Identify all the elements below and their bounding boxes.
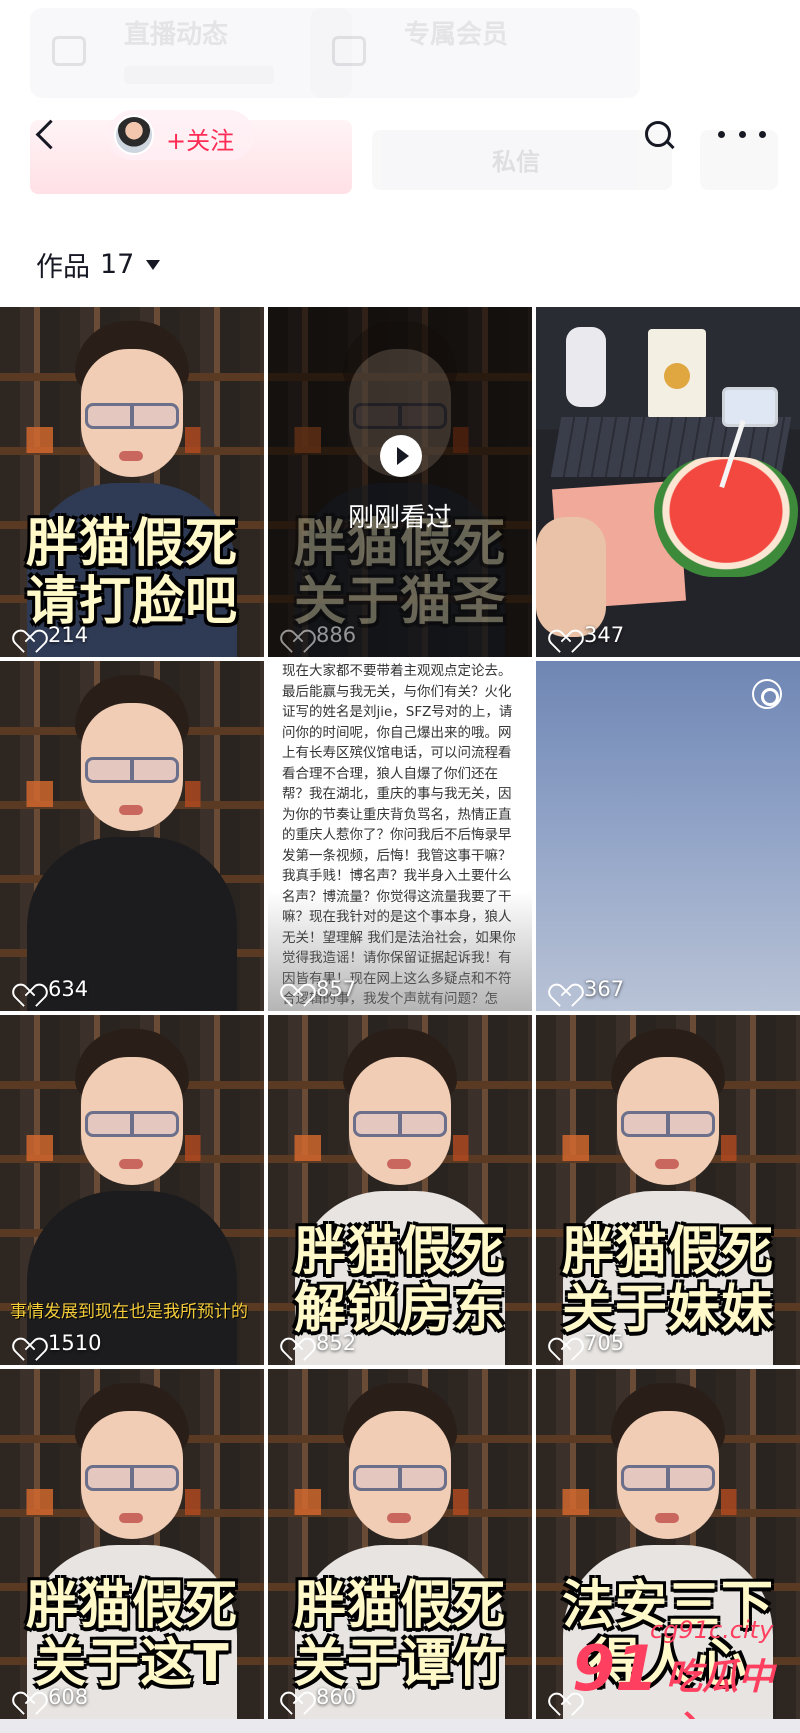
heart-icon [16, 978, 40, 1000]
heart-icon [284, 978, 308, 1000]
video-caption: 胖猫假死 [293, 1222, 506, 1282]
video-tile-watched[interactable]: 胖猫假死 关于猫圣 刚刚看过 886 [268, 307, 532, 657]
like-count: 857 [284, 977, 356, 1001]
video-caption: 胖猫假死 [25, 1576, 238, 1636]
search-icon[interactable] [642, 118, 678, 154]
like-count: 608 [16, 1685, 88, 1709]
video-tile[interactable]: 胖猫假死 关于谭竹 860 [268, 1369, 532, 1719]
ghost-card-live: 直播动态 [30, 8, 352, 98]
follow-button[interactable]: +关注 [108, 110, 254, 160]
video-tile[interactable]: 胖猫假死 请打脸吧 214 [0, 307, 264, 657]
person-thumbnail [27, 1023, 237, 1365]
heart-icon [16, 1332, 40, 1354]
caret-down-icon [146, 259, 161, 270]
like-count: 347 [552, 623, 624, 647]
like-count: 1510 [16, 1331, 101, 1355]
video-tile[interactable]: 347 [536, 307, 800, 657]
video-subtitle: 事情发展到现在也是我所预计的 [10, 1302, 248, 1322]
like-count: 214 [16, 623, 88, 647]
heart-icon [284, 624, 308, 646]
live-photo-icon [752, 679, 782, 709]
back-arrow-icon[interactable] [30, 116, 70, 156]
recently-watched-label: 刚刚看过 [347, 503, 452, 533]
works-count: 17 [100, 249, 135, 280]
person-thumbnail [27, 669, 237, 1011]
ghost-title: 直播动态 [124, 20, 229, 50]
video-tile[interactable]: 胖猫假死 关于妹妹 705 [536, 1015, 800, 1365]
video-tile[interactable]: 胖猫假死 关于这T 608 [0, 1369, 264, 1719]
works-label: 作品 [36, 252, 90, 283]
follow-label: +关注 [166, 127, 235, 155]
video-tile[interactable]: 367 [536, 661, 800, 1011]
heart-icon [284, 1686, 308, 1708]
more-options-icon[interactable] [718, 116, 766, 152]
bottom-edge [0, 1719, 800, 1733]
video-tile[interactable]: 634 [0, 661, 264, 1011]
heart-icon [16, 1686, 40, 1708]
text-post-body: 现在大家都不要带着主观观点定论去。最后能赢与我无关，与你们有关？火化证写的姓名是… [282, 663, 516, 1007]
ghost-title: 专属会员 [404, 20, 509, 50]
like-count: 886 [284, 623, 356, 647]
video-tile-text[interactable]: 现在大家都不要带着主观观点定论去。最后能赢与我无关，与你们有关？火化证写的姓名是… [268, 661, 532, 1011]
avatar[interactable] [114, 115, 154, 155]
tv-icon [52, 36, 86, 66]
heart-icon [16, 624, 40, 646]
heart-icon [552, 624, 576, 646]
video-grid: 胖猫假死 请打脸吧 214 胖猫假死 关于猫圣 刚刚看过 886 347 634… [0, 307, 800, 1727]
video-caption: 胖猫假死 [561, 1222, 774, 1282]
heart-icon [284, 1332, 308, 1354]
like-count: 367 [552, 977, 624, 1001]
like-count: 705 [552, 1331, 624, 1355]
play-icon[interactable] [380, 435, 422, 477]
vip-icon [332, 36, 366, 66]
video-tile[interactable]: 胖猫假死 解锁房东 852 [268, 1015, 532, 1365]
heart-icon [552, 978, 576, 1000]
watermark-logo: 91 cg91c.city 吃瓜中心 [572, 1616, 775, 1733]
ghost-card-vip: 专属会员 [310, 8, 640, 98]
video-caption: 胖猫假死 [293, 1576, 506, 1636]
works-filter[interactable]: 作品 17 [36, 245, 161, 284]
like-count: 634 [16, 977, 88, 1001]
heart-icon [552, 1332, 576, 1354]
top-nav-bar: +关注 [0, 100, 800, 172]
video-caption: 胖猫假死 [25, 514, 238, 574]
video-tile[interactable]: 事情发展到现在也是我所预计的 1510 [0, 1015, 264, 1365]
like-count: 860 [284, 1685, 356, 1709]
like-count: 852 [284, 1331, 356, 1355]
